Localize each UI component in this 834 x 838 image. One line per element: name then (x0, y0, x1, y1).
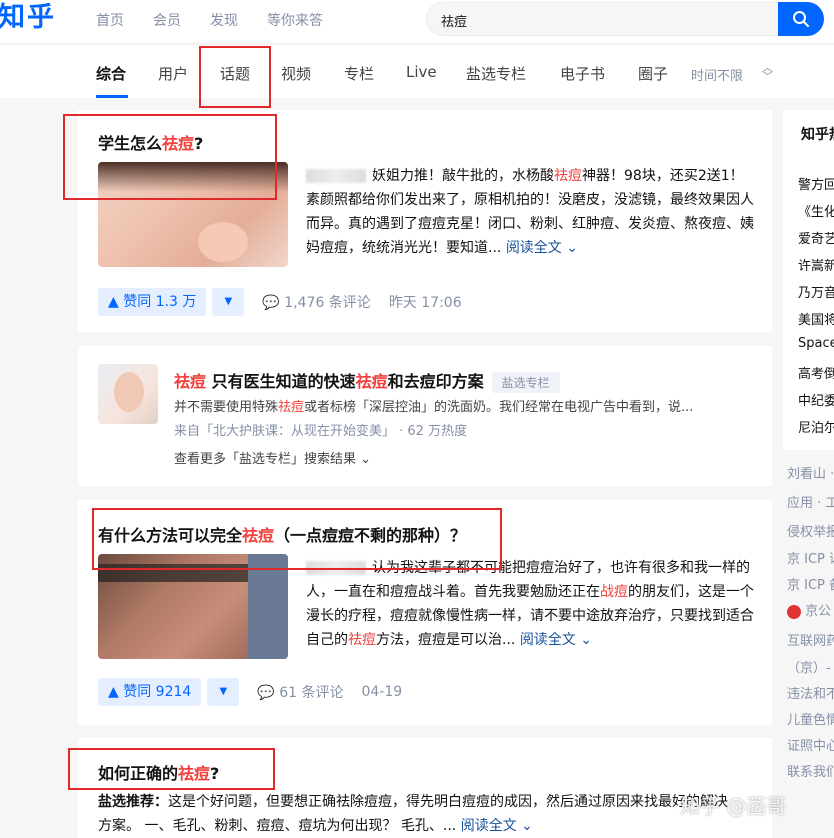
downvote-button[interactable]: ▼ (207, 678, 240, 706)
column-thumbnail[interactable] (98, 364, 158, 424)
tab-comprehensive[interactable]: 综合 (96, 63, 126, 84)
footer-link[interactable]: 互联网药 (787, 630, 834, 649)
footer-link[interactable]: 侵权举报 (787, 521, 834, 540)
nav-answer[interactable]: 等你来答 (267, 10, 323, 30)
hot-list-title: 知乎热 (801, 127, 834, 143)
column-source[interactable]: 来自「北大护肤课：从现在开始变美」 · 62 万热度 (174, 420, 467, 439)
annotation-box (63, 114, 277, 200)
footer-link[interactable]: 证照中心 (787, 735, 834, 754)
tab-live[interactable]: Live (406, 63, 437, 81)
hot-item[interactable]: 乃万音 (798, 282, 834, 301)
chevron-down-icon: ⌄ (516, 818, 533, 834)
search-input[interactable]: 祛痘 (441, 11, 467, 30)
hot-item[interactable]: Space (798, 336, 834, 351)
footer-link[interactable]: 儿童色情 (787, 709, 834, 728)
tab-circles[interactable]: 圈子 (638, 63, 668, 84)
active-tab-indicator (96, 95, 128, 98)
read-more-link[interactable]: 阅读全文 (461, 818, 517, 834)
answer-excerpt[interactable]: 盐选推荐：这是个好问题，但要想正确祛除痘痘，得先明白痘痘的成因，然后通过原因来找… (98, 790, 738, 838)
comment-icon: 💬 (262, 295, 280, 311)
column-title[interactable]: 祛痘 只有医生知道的快速祛痘和去痘印方案 盐选专栏 (174, 368, 560, 393)
chevron-down-icon: ⌄ (356, 452, 372, 467)
more-salt-results-link[interactable]: 查看更多「盐选专栏」搜索结果 ⌄ (174, 448, 371, 467)
answer-time: 04-19 (361, 684, 403, 700)
search-tabs: 综合 用户 话题 视频 专栏 Live 盐选专栏 电子书 圈子 时间不限 ︿ ﹀ (0, 44, 834, 98)
time-filter[interactable]: 时间不限 (691, 65, 743, 84)
search-box[interactable]: 祛痘 (426, 2, 824, 36)
downvote-button[interactable]: ▼ (212, 288, 245, 316)
annotation-box (92, 508, 502, 570)
salt-column-badge: 盐选专栏 (491, 372, 560, 393)
hot-item[interactable]: 美国将 (798, 309, 834, 328)
hot-item[interactable]: 中纪委 (798, 390, 834, 409)
annotation-box (68, 748, 275, 790)
upvote-button[interactable]: ▲ 赞同 9214 (98, 678, 202, 706)
hot-item[interactable]: 尼泊尔 (798, 417, 834, 436)
zhihu-logo[interactable]: 知乎 (0, 0, 56, 36)
annotation-box (199, 46, 271, 108)
chevron-down-icon: ⌄ (575, 632, 592, 648)
police-badge-icon (787, 604, 801, 619)
blurred-author (306, 169, 366, 183)
footer-link[interactable]: 联系我们 (787, 761, 834, 780)
answer-excerpt[interactable]: 认为我这辈子都不可能把痘痘治好了，也许有很多和我一样的人，一直在和痘痘战斗着。首… (306, 556, 754, 652)
tab-ebooks[interactable]: 电子书 (560, 63, 605, 84)
footer-link[interactable]: 京 ICP 备 (787, 574, 834, 593)
nav-discover[interactable]: 发现 (210, 10, 238, 30)
comments-button[interactable]: 💬 1,476 条评论 (262, 292, 370, 312)
comment-icon: 💬 (257, 685, 275, 701)
footer-link[interactable]: 违法和不 (787, 683, 834, 702)
hot-item[interactable]: 爱奇艺 (798, 228, 834, 247)
comments-button[interactable]: 💬 61 条评论 (257, 682, 343, 702)
read-more-link[interactable]: 阅读全文 (520, 632, 576, 648)
footer-link[interactable]: 京 ICP 证 (787, 548, 834, 567)
tab-salt-columns[interactable]: 盐选专栏 (466, 63, 526, 84)
hot-item[interactable]: 《生化 (798, 201, 834, 220)
answer-actions: ▲ 赞同 9214 ▼ 💬 61 条评论 04-19 (98, 678, 402, 706)
top-nav: 首页 会员 发现 等你来答 (96, 10, 352, 30)
read-more-link[interactable]: 阅读全文 (506, 240, 562, 256)
hot-item[interactable]: 警方回 (798, 174, 834, 193)
upvote-button[interactable]: ▲ 赞同 1.3 万 (98, 288, 207, 316)
answer-actions: ▲ 赞同 1.3 万 ▼ 💬 1,476 条评论 昨天 17:06 (98, 288, 462, 316)
hot-item[interactable]: 许嵩新 (798, 255, 834, 274)
search-button[interactable] (778, 2, 824, 36)
chevron-down-icon: ⌄ (561, 240, 578, 256)
footer-link[interactable]: 刘看山 · (787, 463, 834, 482)
footer-link[interactable]: 京公 (787, 600, 831, 619)
watermark: 知乎 @菡哥 (680, 794, 787, 818)
top-bar: 知乎 首页 会员 发现 等你来答 祛痘 (0, 0, 834, 42)
answer-excerpt[interactable]: 妖姐力推！敲牛批的，水杨酸祛痘神器！98块，还买2送1！素颜照都给你们发出来了，… (306, 164, 754, 260)
footer-link[interactable]: （京）- (787, 657, 831, 676)
answer-time: 昨天 17:06 (388, 295, 462, 311)
search-icon (793, 11, 809, 27)
hot-list-sidebar: 知乎热 警方回 《生化 爱奇艺 许嵩新 乃万音 美国将 Space 高考倒 中纪… (783, 110, 834, 450)
tab-users[interactable]: 用户 (158, 63, 188, 84)
salt-column-card: 祛痘 只有医生知道的快速祛痘和去痘印方案 盐选专栏 并不需要使用特殊祛痘或者标榜「… (78, 346, 772, 486)
nav-vip[interactable]: 会员 (153, 10, 181, 30)
nav-home[interactable]: 首页 (96, 10, 124, 30)
hot-item[interactable]: 高考倒 (798, 363, 834, 382)
column-description[interactable]: 并不需要使用特殊祛痘或者标榜「深层控油」的洗面奶。我们经常在电视广告中看到，说.… (174, 398, 744, 418)
updown-chevron-icon[interactable]: ︿ ﹀ (762, 62, 773, 82)
footer-link[interactable]: 应用 · 工 (787, 492, 834, 511)
tab-columns[interactable]: 专栏 (344, 63, 374, 84)
tab-videos[interactable]: 视频 (281, 63, 311, 84)
